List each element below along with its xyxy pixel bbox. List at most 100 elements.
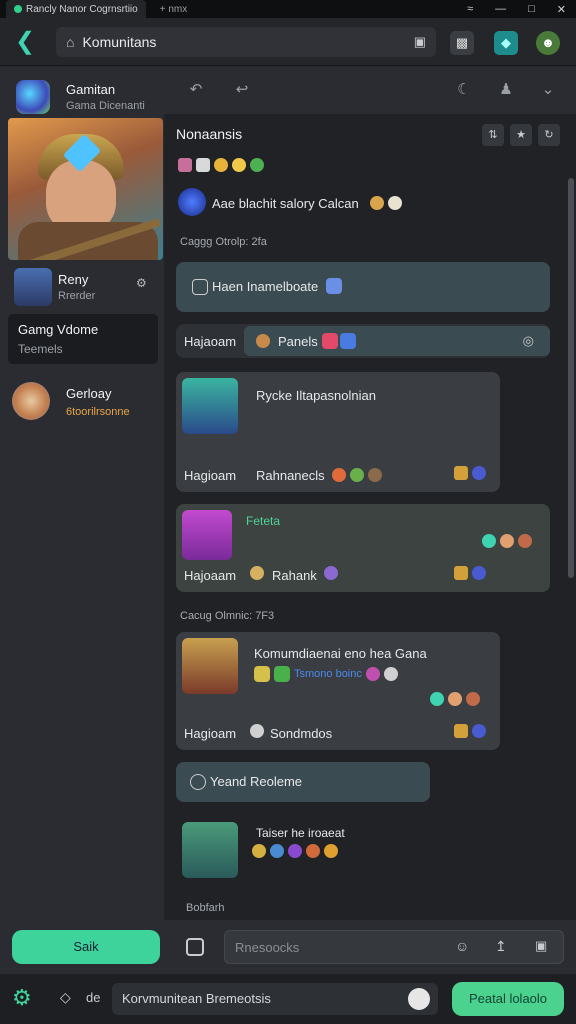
browser-tab[interactable]: Rancly Nanor Cogrnsrtiio (6, 0, 146, 18)
app-title: Gamitan (66, 82, 116, 97)
message-text: Haen Inamelboate (212, 279, 319, 294)
emoji-icon (196, 158, 210, 172)
message-bubble[interactable]: Yeand Reoleme (176, 762, 430, 802)
emoji-icon (332, 468, 346, 482)
gold-icon (454, 566, 468, 580)
group-label: Caggg Otrolp: 2fa (180, 236, 267, 248)
url-field[interactable]: ⌂ Komunitans ▣ (56, 27, 436, 57)
tabs-icon[interactable]: ▩ (450, 31, 474, 55)
community-card[interactable]: Feteta Hajoaam Rahank (176, 504, 550, 592)
back-arrow-icon[interactable]: ❮ (10, 27, 40, 57)
card-link[interactable]: Tsmono boinc (294, 668, 362, 680)
community-card[interactable]: Komumdiaenai eno hea Gana Tsmono boinc H… (176, 632, 500, 750)
section-title: Nonaansis (176, 126, 243, 142)
emoji-picker-icon[interactable]: ☺ (455, 938, 469, 954)
community-card[interactable]: Rycke Iltapasnolnian Hagioam Rahnanecls (176, 372, 500, 492)
attach-icon[interactable]: ▣ (535, 938, 547, 954)
sidebar-item-gerloay[interactable]: Gerloay 6toorilrsonne (0, 378, 164, 428)
user-add-icon[interactable]: ♟ (496, 80, 516, 100)
avatar (14, 268, 52, 306)
status-icon (482, 534, 496, 548)
emoji-icon (324, 844, 338, 858)
refresh-icon[interactable]: ↻ (538, 124, 560, 146)
row-label: Hajaoam (184, 334, 237, 349)
row-value: Panels (278, 334, 318, 349)
settings-gear-icon[interactable]: ⚙ (12, 986, 32, 1010)
gold-icon (454, 724, 468, 738)
card-thumbnail (182, 510, 232, 560)
reply-icon[interactable]: ↩ (232, 80, 252, 100)
sidebar-item-sublabel: Teemels (18, 342, 63, 356)
avatar (408, 988, 430, 1010)
camera-icon[interactable] (186, 938, 204, 956)
scrollbar[interactable] (568, 118, 574, 918)
message-placeholder: Rnesoocks (235, 940, 300, 955)
location-icon[interactable]: ◇ (60, 989, 71, 1006)
emoji-icon (466, 692, 480, 706)
footer-label: Bobfarh (186, 902, 225, 914)
row-value-field[interactable]: Panels ◎ (244, 326, 550, 356)
card-value: Rahnanecls (256, 468, 325, 483)
composer: Saik Rnesoocks ☺ ↥ ▣ (0, 920, 576, 974)
reaction-row (370, 196, 402, 210)
sidebar-item-reny[interactable]: Reny Rrerder ⚙ (0, 266, 164, 310)
filter-icon[interactable]: ⇅ (482, 124, 504, 146)
close-icon[interactable]: ✕ (557, 3, 566, 16)
app-favicon-icon (14, 5, 22, 13)
upload-icon[interactable]: ↥ (495, 938, 507, 955)
main-panel: ↶ ↩ ☾ ♟ ⌄ Nonaansis ⇅ ★ ↻ Aae blachit sa… (164, 66, 576, 920)
avatar-icon (256, 334, 270, 348)
emoji-icon (518, 534, 532, 548)
sidebar-item-sublabel: 6toorilrsonne (66, 406, 130, 418)
settings-icon[interactable] (472, 466, 486, 480)
info-icon[interactable]: ◎ (523, 333, 534, 349)
maximize-icon[interactable]: □ (528, 3, 535, 15)
undo-icon[interactable]: ↶ (186, 80, 206, 100)
emoji-icon (250, 158, 264, 172)
info-row: Hajaoam Panels ◎ (176, 324, 550, 358)
new-tab-button[interactable]: + nmx (160, 4, 188, 15)
bottom-label: de (86, 990, 101, 1005)
chat-icon (192, 279, 208, 295)
bottom-bar: ⚙ ◇ de Korvmunitean Bremeotsis Peatal lo… (0, 974, 576, 1024)
emoji-icon (250, 566, 264, 580)
star-icon[interactable]: ★ (510, 124, 532, 146)
primary-action-button[interactable]: Peatal lolaolo (452, 982, 564, 1016)
shield-icon[interactable]: ◆ (494, 31, 518, 55)
card-title: Rycke Iltapasnolnian (256, 388, 376, 403)
emoji-icon (350, 468, 364, 482)
settings-icon[interactable] (472, 566, 486, 580)
avatar (12, 382, 50, 420)
address-bar: ❮ ⌂ Komunitans ▣ ▩ ◆ ☻ (0, 18, 576, 66)
minimize-icon[interactable]: — (495, 3, 506, 15)
wifi-icon: ≈ (467, 3, 474, 15)
message-bubble[interactable]: Haen Inamelboate (176, 262, 550, 312)
tag-icon (322, 333, 338, 349)
send-button[interactable]: Saik (12, 930, 160, 964)
card-title: Taiser he iroaeat (256, 826, 345, 840)
settings-icon[interactable]: ⚙ (136, 276, 147, 290)
message-input[interactable]: Rnesoocks ☺ ↥ ▣ (224, 930, 564, 964)
group-label: Cacug Olmnic: 7F3 (180, 610, 275, 622)
profile-avatar[interactable]: ☻ (536, 31, 560, 55)
emoji-icon (288, 844, 302, 858)
browser-tab-label: Rancly Nanor Cogrnsrtiio (26, 3, 138, 15)
card-title: Feteta (246, 514, 281, 528)
emoji-icon (370, 196, 384, 210)
sidebar-item-label: Reny (58, 272, 89, 287)
badge-icon (254, 666, 270, 682)
app-subtitle: Gama Dicenanti (66, 100, 145, 112)
url-text: Komunitans (82, 34, 157, 50)
sidebar-item-gamg-vdome[interactable]: Gamg Vdome Teemels (8, 314, 158, 364)
moon-icon[interactable]: ☾ (454, 80, 474, 100)
sidebar-item-sublabel: Rrerder (58, 290, 96, 302)
settings-icon[interactable] (472, 724, 486, 738)
chevron-down-icon[interactable]: ⌄ (538, 80, 558, 100)
emoji-icon (368, 468, 382, 482)
community-search-field[interactable]: Korvmunitean Bremeotsis (112, 983, 438, 1015)
reader-icon[interactable]: ▣ (414, 34, 426, 50)
sidebar-header[interactable]: Gamitan Gama Dicenanti (8, 72, 158, 116)
emoji-icon (365, 667, 380, 681)
reaction-row (178, 158, 264, 172)
card-thumbnail (182, 378, 238, 434)
